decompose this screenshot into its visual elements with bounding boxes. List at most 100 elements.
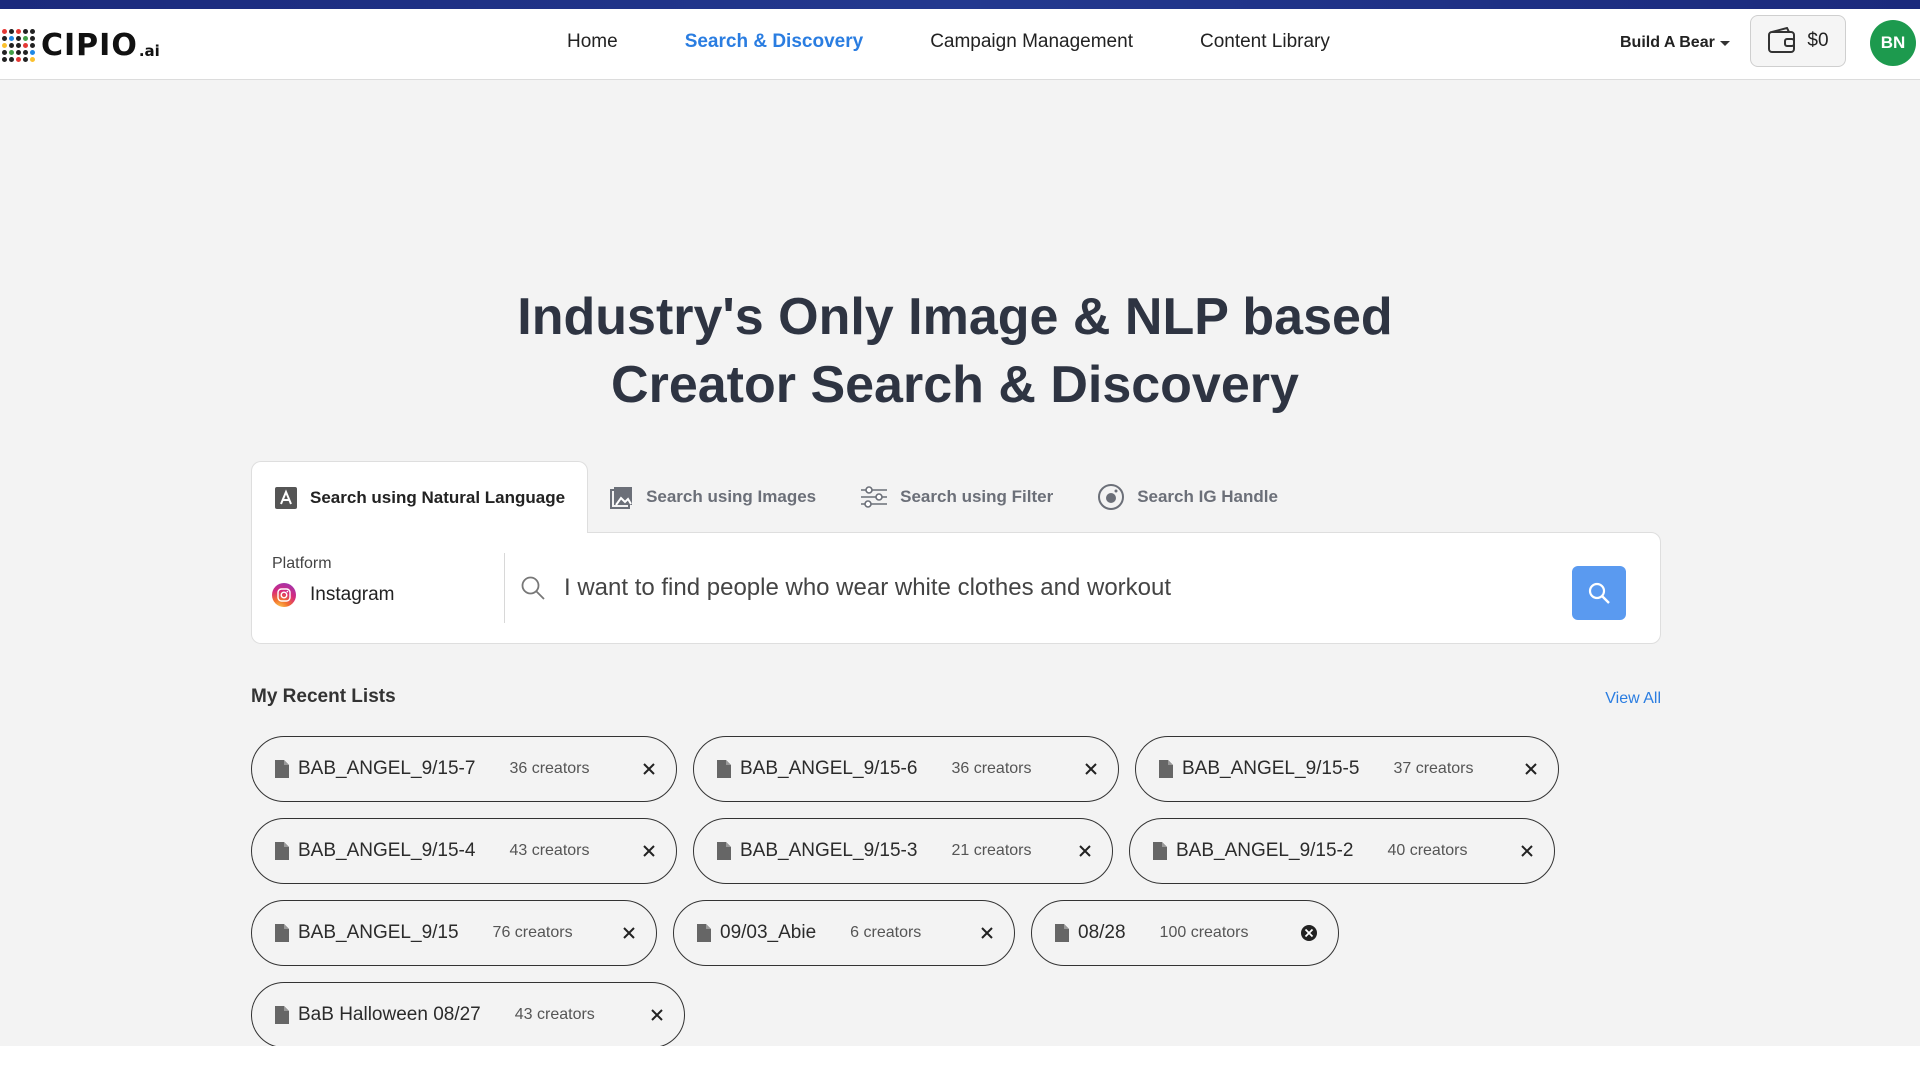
list-chip[interactable]: BAB_ANGEL_9/15-7 36 creators (251, 736, 677, 802)
list-chip-count: 40 creators (1387, 842, 1468, 859)
tab-ig-handle[interactable]: Search IG Handle (1075, 462, 1300, 532)
view-all-link[interactable]: View All (1605, 690, 1661, 708)
close-icon[interactable] (1524, 762, 1538, 776)
wallet-icon (1767, 27, 1797, 55)
list-chip-count: 76 creators (492, 924, 573, 941)
hero-title-line-2: Creator Search & Discovery (611, 356, 1299, 414)
chip-row: BaB Halloween 08/27 43 creators (251, 982, 1671, 1048)
list-chip-name: BAB_ANGEL_9/15-7 (298, 758, 476, 779)
brand-dropdown[interactable]: Build A Bear (1620, 34, 1730, 52)
wallet-balance: $0 (1807, 30, 1829, 51)
user-avatar[interactable]: BN (1870, 20, 1916, 66)
brand-name: Build A Bear (1620, 34, 1715, 51)
list-chip-count: 36 creators (951, 760, 1032, 777)
list-chip-count: 37 creators (1393, 760, 1474, 777)
logo-suffix: .ai (138, 41, 160, 60)
list-chip-name: BAB_ANGEL_9/15-5 (1182, 758, 1360, 779)
close-icon[interactable] (1078, 844, 1092, 858)
close-icon[interactable] (1520, 844, 1534, 858)
search-button-icon (1587, 581, 1611, 605)
list-chip-name: BAB_ANGEL_9/15-6 (740, 758, 918, 779)
tab-filter[interactable]: Search using Filter (838, 462, 1075, 532)
close-icon[interactable] (1084, 762, 1098, 776)
tab-natural-language[interactable]: Search using Natural Language (251, 461, 589, 533)
file-icon (1152, 841, 1168, 861)
recent-lists-header: My Recent Lists View All (251, 686, 1661, 708)
list-chip-name: BAB_ANGEL_9/15 (298, 922, 459, 943)
nav-campaign-management[interactable]: Campaign Management (930, 31, 1133, 53)
list-chip-name: BAB_ANGEL_9/15-3 (740, 840, 918, 861)
search-divider (504, 553, 505, 623)
close-icon[interactable] (980, 926, 994, 940)
list-chip[interactable]: 08/28 100 creators (1031, 900, 1339, 966)
file-icon (696, 923, 712, 943)
cipio-logo[interactable]: CIPIO .ai (2, 28, 160, 63)
logo-dots-icon (2, 29, 35, 62)
list-chip-name: BaB Halloween 08/27 (298, 1004, 481, 1025)
file-icon (1158, 759, 1174, 779)
nav-home[interactable]: Home (567, 31, 618, 53)
wallet-button[interactable]: $0 (1750, 15, 1846, 67)
tab-images-label: Search using Images (646, 487, 817, 506)
logo-text: CIPIO (41, 28, 138, 63)
platform-selector[interactable]: Platform Instagram (272, 555, 394, 607)
file-icon (1054, 923, 1070, 943)
image-icon (610, 485, 634, 509)
file-icon (716, 759, 732, 779)
list-chip-count: 21 creators (951, 842, 1032, 859)
file-icon (274, 841, 290, 861)
tab-images[interactable]: Search using Images (588, 462, 838, 532)
list-chip-name: BAB_ANGEL_9/15-2 (1176, 840, 1354, 861)
list-chip[interactable]: 09/03_Abie 6 creators (673, 900, 1015, 966)
list-chip-count: 100 creators (1159, 924, 1249, 941)
close-icon[interactable] (622, 926, 636, 940)
recent-lists: BAB_ANGEL_9/15-7 36 creators BAB_ANGEL_9… (251, 736, 1671, 1064)
platform-value[interactable]: Instagram (272, 583, 394, 607)
list-chip-count: 36 creators (509, 760, 590, 777)
platform-name: Instagram (310, 584, 395, 605)
file-icon (274, 1005, 290, 1025)
search-query-input[interactable] (562, 563, 1526, 613)
close-icon[interactable] (642, 844, 656, 858)
tab-filter-label: Search using Filter (900, 487, 1054, 506)
instagram-icon (272, 583, 296, 607)
list-chip-name: BAB_ANGEL_9/15-4 (298, 840, 476, 861)
list-chip[interactable]: BaB Halloween 08/27 43 creators (251, 982, 685, 1048)
nav-content-library[interactable]: Content Library (1200, 31, 1330, 53)
chip-row: BAB_ANGEL_9/15-4 43 creators BAB_ANGEL_9… (251, 818, 1671, 884)
search-submit-button[interactable] (1572, 566, 1626, 620)
tab-ig-handle-label: Search IG Handle (1137, 487, 1278, 506)
list-chip[interactable]: BAB_ANGEL_9/15-3 21 creators (693, 818, 1113, 884)
close-circle-icon[interactable] (1300, 924, 1318, 942)
caret-down-icon (1719, 40, 1730, 46)
platform-label: Platform (272, 555, 332, 572)
search-mode-tabs: Search using Natural Language Search usi… (251, 461, 1661, 533)
instagram-outline-icon (1097, 483, 1125, 511)
chip-row: BAB_ANGEL_9/15-7 36 creators BAB_ANGEL_9… (251, 736, 1671, 802)
navbar: CIPIO .ai Home Search & Discovery Campai… (0, 9, 1920, 80)
page-footer-strip (0, 1046, 1920, 1080)
chip-row: BAB_ANGEL_9/15 76 creators 09/03_Abie 6 … (251, 900, 1671, 966)
file-icon (274, 923, 290, 943)
list-chip[interactable]: BAB_ANGEL_9/15-4 43 creators (251, 818, 677, 884)
list-chip[interactable]: BAB_ANGEL_9/15-6 36 creators (693, 736, 1119, 802)
list-chip-name: 09/03_Abie (720, 922, 817, 943)
sliders-icon (860, 485, 888, 509)
list-chip-count: 6 creators (850, 924, 922, 941)
list-chip[interactable]: BAB_ANGEL_9/15-2 40 creators (1129, 818, 1555, 884)
close-icon[interactable] (650, 1008, 664, 1022)
hero-title-line-1: Industry's Only Image & NLP based (517, 288, 1393, 346)
list-chip[interactable]: BAB_ANGEL_9/15 76 creators (251, 900, 657, 966)
hero-title: Industry's Only Image & NLP based Creato… (0, 283, 1910, 419)
file-icon (274, 759, 290, 779)
close-icon[interactable] (642, 762, 656, 776)
list-chip[interactable]: BAB_ANGEL_9/15-5 37 creators (1135, 736, 1559, 802)
nav-search-discovery[interactable]: Search & Discovery (685, 31, 864, 53)
list-chip-count: 43 creators (514, 1006, 595, 1023)
file-icon (716, 841, 732, 861)
list-chip-count: 43 creators (509, 842, 590, 859)
search-panel: Search using Natural Language Search usi… (251, 461, 1661, 644)
top-accent-bar (0, 0, 1920, 9)
text-a-icon (274, 486, 298, 510)
tab-natural-language-label: Search using Natural Language (310, 487, 566, 507)
